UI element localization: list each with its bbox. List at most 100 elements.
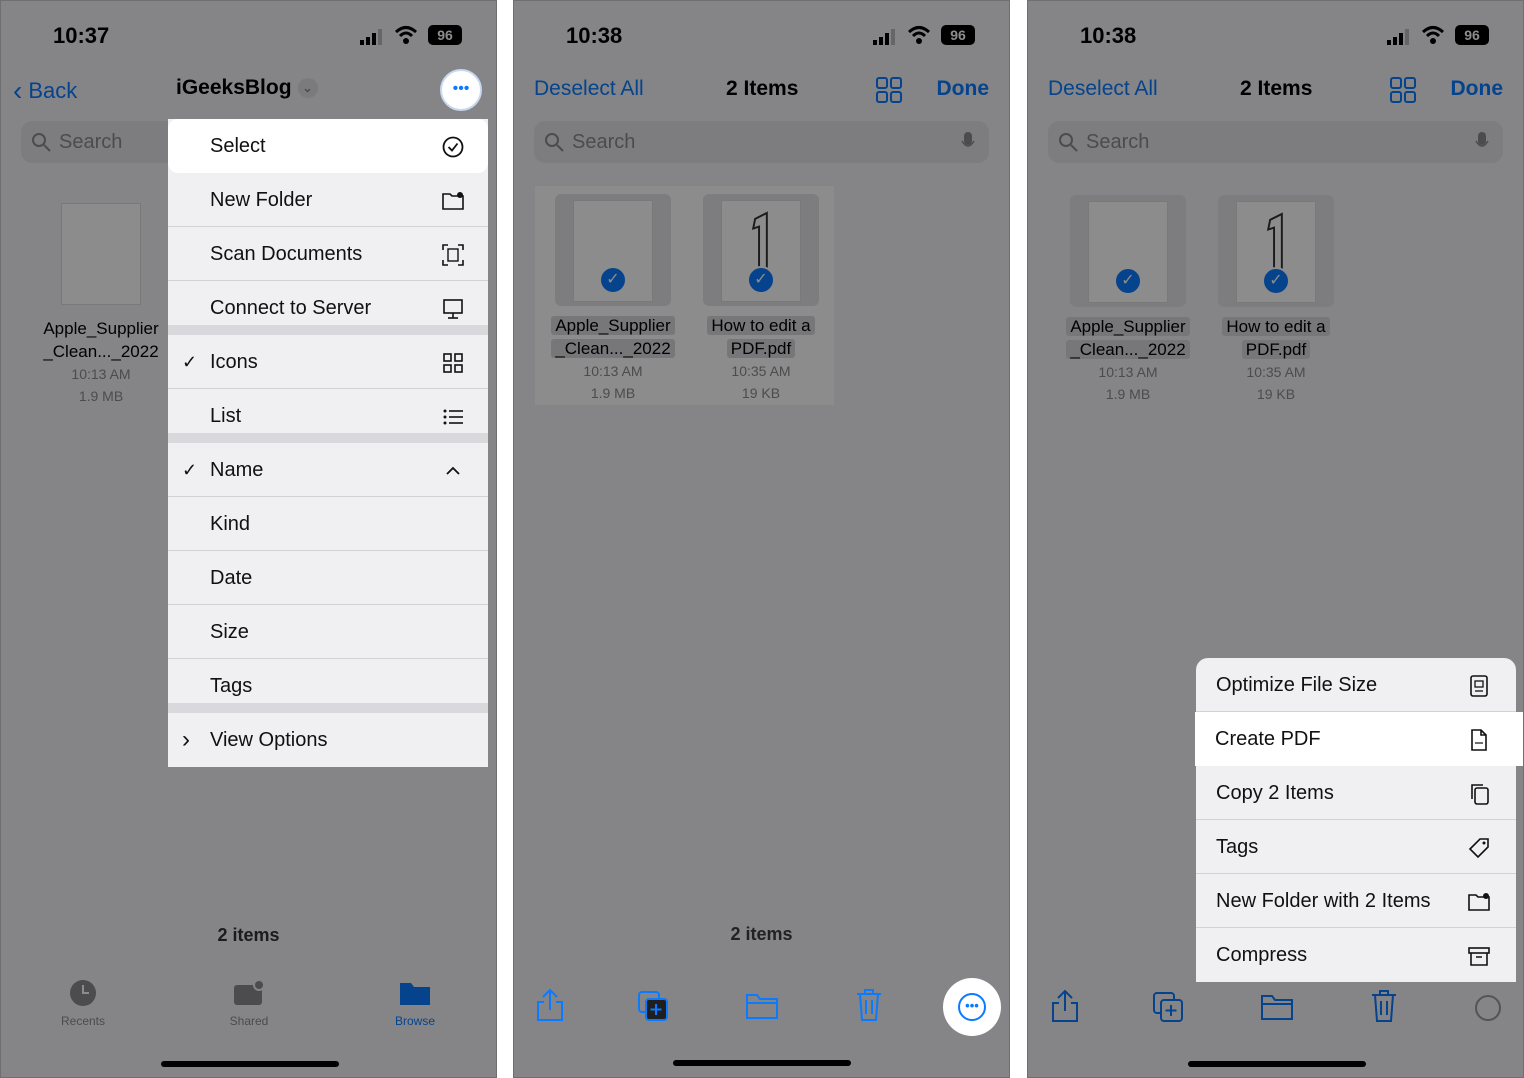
- grid-view-icon[interactable]: [1390, 77, 1416, 103]
- cellular-signal-icon: [1387, 29, 1409, 45]
- file-item[interactable]: Apple_Supplier _Clean..._2022 10:13 AM 1.…: [31, 197, 171, 407]
- folder-plus-icon: [442, 192, 464, 210]
- menu-item-sort-kind[interactable]: Kind: [168, 497, 488, 551]
- file-time: 10:13 AM: [583, 363, 643, 379]
- grid-icon: [443, 353, 463, 373]
- items-count: 2 items: [217, 925, 280, 945]
- menu-item-new-folder[interactable]: New Folder: [168, 173, 488, 227]
- status-time: 10:38: [566, 23, 623, 48]
- tab-recents-label: Recents: [60, 1014, 106, 1028]
- duplicate-icon[interactable]: [1152, 991, 1184, 1023]
- file-name-line1: Apple_Supplier: [43, 319, 159, 338]
- file-item-selected[interactable]: ✓ How to edit a PDF.pdf 10:35 AM 19 KB: [1206, 195, 1346, 405]
- menu-item-label: Kind: [210, 513, 251, 535]
- file-time: 10:13 AM: [1098, 364, 1158, 380]
- battery-indicator: 96: [428, 25, 462, 45]
- tab-shared[interactable]: Shared: [204, 979, 294, 1028]
- checkmark-icon: ✓: [182, 352, 198, 372]
- more-options-button[interactable]: •••: [440, 69, 482, 111]
- tab-bar: Recents Shared Browse: [1, 979, 496, 1039]
- back-button[interactable]: ‹ Back: [13, 75, 77, 107]
- clock-icon: [70, 980, 96, 1006]
- menu-item-sort-tags[interactable]: Tags: [168, 659, 488, 713]
- menu-item-list[interactable]: List: [168, 389, 488, 443]
- status-time: 10:37: [53, 23, 110, 48]
- chevron-right-icon: ›: [182, 726, 190, 753]
- menu-item-copy[interactable]: Copy 2 Items: [1196, 766, 1516, 820]
- deselect-all-button[interactable]: Deselect All: [534, 77, 644, 101]
- document-page-icon: [61, 203, 141, 305]
- file-thumbnail: ✓: [1070, 195, 1186, 307]
- grid-view-icon[interactable]: [876, 77, 902, 103]
- wifi-icon: [394, 26, 418, 44]
- menu-item-view-options[interactable]: › View Options: [168, 713, 488, 767]
- search-field[interactable]: Search: [1048, 121, 1503, 163]
- file-name-line2: PDF.pdf: [1241, 340, 1311, 359]
- file-name: Apple_Supplier _Clean..._2022: [543, 314, 683, 360]
- search-placeholder: Search: [572, 131, 636, 153]
- menu-item-icons[interactable]: ✓ Icons: [168, 335, 488, 389]
- deselect-all-button[interactable]: Deselect All: [1048, 77, 1158, 101]
- folder-move-icon[interactable]: [1260, 993, 1294, 1021]
- menu-item-label: Create PDF: [1215, 728, 1321, 750]
- ellipsis-circle-icon[interactable]: [1474, 994, 1502, 1022]
- phone-screen-selection: 10:38 96 Deselect All 2 Items Done Searc…: [513, 0, 1010, 1078]
- tab-browse-label: Browse: [394, 1014, 435, 1028]
- menu-item-connect-server[interactable]: Connect to Server: [168, 281, 488, 335]
- tab-recents[interactable]: Recents: [38, 979, 128, 1028]
- menu-item-label: New Folder with 2 Items: [1216, 890, 1431, 912]
- phone-screen-menu: 10:37 96 ‹ Back iGeeksBlog ⌄ ••• Search Ap…: [0, 0, 497, 1078]
- status-bar: 10:38 96: [1028, 1, 1523, 63]
- file-size: 1.9 MB: [78, 388, 124, 404]
- file-time: 10:13 AM: [71, 366, 131, 382]
- file-name-line2: _Clean..._2022: [551, 339, 675, 358]
- file-size: 19 KB: [741, 385, 781, 401]
- microphone-icon[interactable]: [961, 131, 975, 153]
- menu-item-new-folder-items[interactable]: New Folder with 2 Items: [1196, 874, 1516, 928]
- file-thumbnail: [43, 197, 159, 309]
- menu-item-select[interactable]: Select: [168, 119, 488, 173]
- menu-item-scan-documents[interactable]: Scan Documents: [168, 227, 488, 281]
- selected-check-icon: ✓: [1114, 267, 1142, 295]
- selected-check-icon: ✓: [599, 266, 627, 294]
- menu-item-compress[interactable]: Compress: [1196, 928, 1516, 982]
- file-item-selected[interactable]: ✓ Apple_Supplier _Clean..._2022 10:13 AM …: [543, 194, 683, 404]
- folder-title[interactable]: iGeeksBlog ⌄: [176, 76, 318, 100]
- file-name: How to edit a PDF.pdf: [691, 314, 831, 360]
- file-name: Apple_Supplier _Clean..._2022: [31, 317, 171, 363]
- wifi-icon: [1421, 26, 1445, 44]
- status-time: 10:38: [1080, 23, 1137, 48]
- menu-item-create-pdf[interactable]: Create PDF: [1195, 712, 1523, 766]
- tab-shared-label: Shared: [229, 1014, 269, 1028]
- menu-item-optimize[interactable]: Optimize File Size: [1196, 658, 1516, 712]
- done-button[interactable]: Done: [937, 77, 990, 101]
- done-button[interactable]: Done: [1451, 77, 1504, 101]
- microphone-icon[interactable]: [1475, 131, 1489, 153]
- menu-item-sort-size[interactable]: Size: [168, 605, 488, 659]
- file-item-selected[interactable]: ✓ How to edit a PDF.pdf 10:35 AM 19 KB: [691, 194, 831, 404]
- home-indicator: [1188, 1061, 1366, 1067]
- menu-item-sort-name[interactable]: ✓ Name: [168, 443, 488, 497]
- menu-item-label: Tags: [210, 675, 253, 697]
- menu-item-label: Size: [210, 621, 249, 643]
- checkmark-circle-icon: [442, 136, 464, 158]
- file-size: 19 KB: [1256, 386, 1296, 402]
- menu-item-tags[interactable]: Tags: [1196, 820, 1516, 874]
- tab-browse[interactable]: Browse: [370, 979, 460, 1028]
- status-bar: 10:37 96: [1, 1, 496, 63]
- search-placeholder: Search: [1086, 131, 1150, 153]
- trash-icon[interactable]: [1370, 989, 1398, 1023]
- scan-icon: [442, 244, 464, 266]
- share-icon[interactable]: [1050, 989, 1080, 1023]
- search-field[interactable]: Search: [534, 121, 989, 163]
- folder-title-text: iGeeksBlog: [176, 76, 292, 99]
- chevron-left-icon: ‹: [13, 75, 23, 106]
- file-thumbnail: ✓: [703, 194, 819, 306]
- file-item-selected[interactable]: ✓ Apple_Supplier _Clean..._2022 10:13 AM …: [1058, 195, 1198, 405]
- menu-item-label: Connect to Server: [210, 297, 372, 319]
- file-time: 10:35 AM: [1246, 364, 1306, 380]
- file-size: 1.9 MB: [1105, 386, 1151, 402]
- menu-item-sort-date[interactable]: Date: [168, 551, 488, 605]
- back-label: Back: [28, 78, 78, 103]
- menu-item-label: Optimize File Size: [1216, 674, 1378, 696]
